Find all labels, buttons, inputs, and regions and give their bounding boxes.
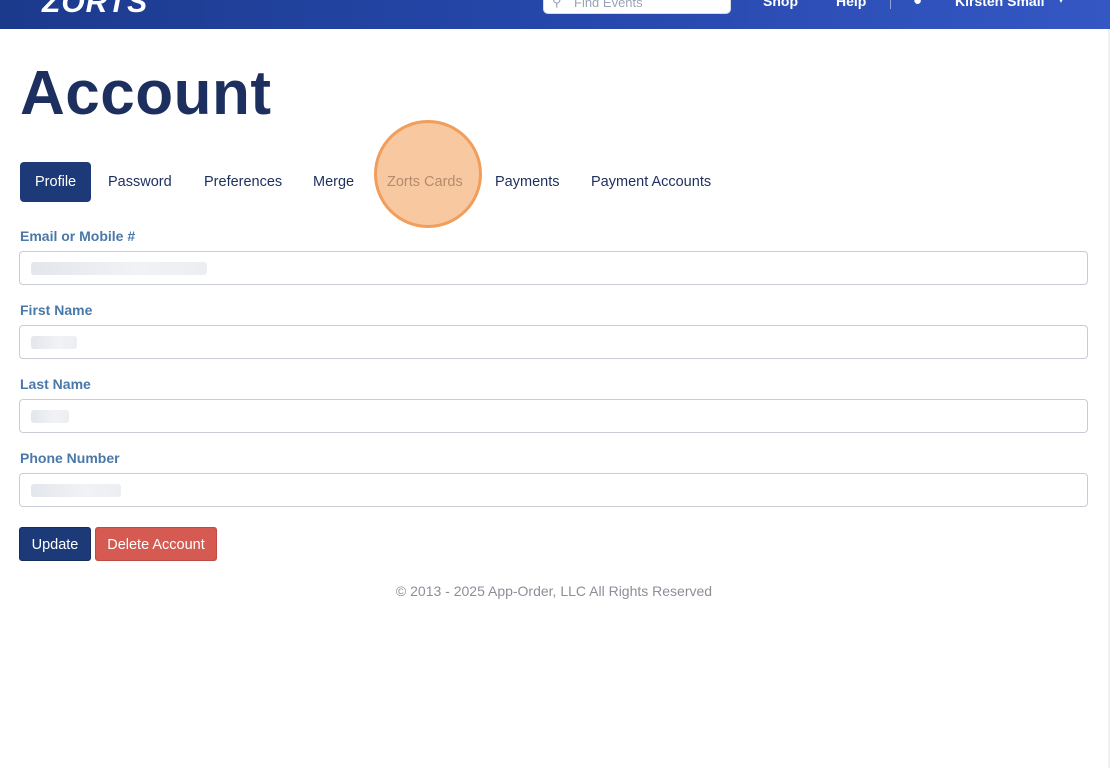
search-input[interactable]: Find Events: [574, 0, 643, 10]
bell-icon[interactable]: ●: [913, 0, 922, 9]
first-name-label: First Name: [20, 302, 93, 318]
redacted-value: [31, 336, 77, 349]
redacted-value: [31, 410, 69, 423]
nav-divider: [890, 0, 891, 9]
first-name-field[interactable]: [19, 325, 1088, 359]
help-link[interactable]: Help: [836, 0, 866, 9]
tab-merge[interactable]: Merge: [298, 162, 369, 202]
shop-link[interactable]: Shop: [763, 0, 798, 9]
chevron-down-icon[interactable]: ▾: [1058, 0, 1064, 6]
redacted-value: [31, 262, 207, 275]
tab-payment-accounts[interactable]: Payment Accounts: [576, 162, 726, 202]
email-field[interactable]: [19, 251, 1088, 285]
last-name-field[interactable]: [19, 399, 1088, 433]
tab-preferences[interactable]: Preferences: [189, 162, 297, 202]
email-label: Email or Mobile #: [20, 228, 136, 244]
update-button[interactable]: Update: [19, 527, 91, 561]
phone-label: Phone Number: [20, 450, 120, 466]
tab-profile[interactable]: Profile: [20, 162, 92, 202]
zorts-logo[interactable]: ZORTS: [42, 0, 148, 20]
tab-password[interactable]: Password: [93, 162, 187, 202]
delete-account-button[interactable]: Delete Account: [95, 527, 217, 561]
last-name-label: Last Name: [20, 376, 91, 392]
user-menu[interactable]: Kirsten Small: [955, 0, 1044, 9]
top-navigation-bar: ZORTS ⚲ Find Events Shop Help ● Kirsten …: [0, 0, 1110, 29]
footer-copyright: © 2013 - 2025 App-Order, LLC All Rights …: [395, 583, 713, 599]
page-title: Account: [20, 59, 272, 128]
tab-zorts-cards[interactable]: Zorts Cards: [372, 162, 478, 202]
search-icon: ⚲: [552, 0, 562, 9]
search-box[interactable]: ⚲ Find Events: [543, 0, 731, 14]
redacted-value: [31, 484, 121, 497]
tab-payments[interactable]: Payments: [480, 162, 574, 202]
phone-field[interactable]: [19, 473, 1088, 507]
